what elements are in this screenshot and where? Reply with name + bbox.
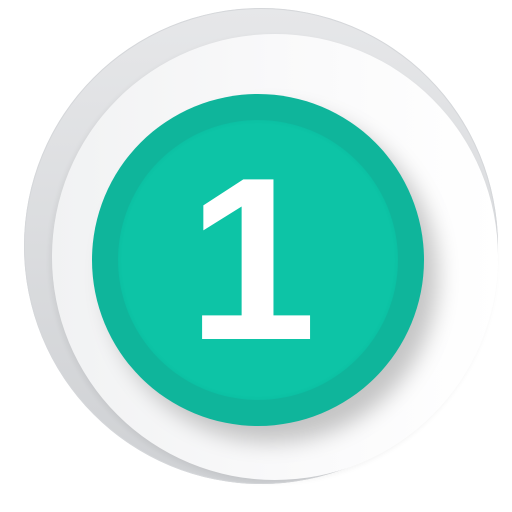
number-badge-icon: 1 [0, 0, 512, 512]
badge-number: 1 [187, 130, 317, 389]
